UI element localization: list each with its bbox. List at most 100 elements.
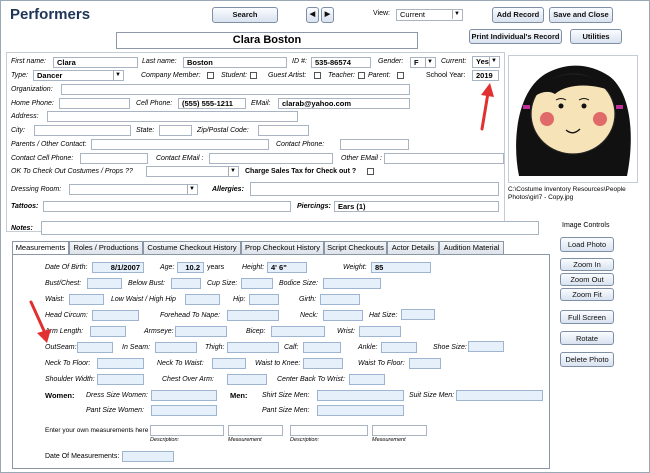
- view-select[interactable]: Current ▼: [396, 9, 463, 21]
- height-field[interactable]: 4' 6": [267, 262, 307, 273]
- waist-field[interactable]: [69, 294, 104, 305]
- tab-prop-checkout-history[interactable]: Prop Checkout History: [241, 241, 324, 254]
- search-button[interactable]: Search: [212, 7, 278, 23]
- dressing-room-select[interactable]: ▼: [69, 184, 198, 195]
- bodice-size-field[interactable]: [323, 278, 381, 289]
- outseam-field[interactable]: [77, 342, 113, 353]
- piercings-field[interactable]: Ears (1): [334, 201, 499, 212]
- tab-roles-productions[interactable]: Roles / Productions: [69, 241, 143, 254]
- calf-field[interactable]: [303, 342, 341, 353]
- gender-select[interactable]: F ▼: [410, 57, 436, 68]
- hat-size-field[interactable]: [401, 309, 435, 320]
- pant-men-field[interactable]: [317, 405, 404, 416]
- age-field[interactable]: 10.2: [177, 262, 204, 273]
- tab-audition-material[interactable]: Audition Material: [439, 241, 504, 254]
- zip-field[interactable]: [258, 125, 309, 136]
- company-member-checkbox[interactable]: [207, 72, 214, 79]
- teacher-checkbox[interactable]: [358, 72, 365, 79]
- ankle-field[interactable]: [381, 342, 417, 353]
- add-record-button[interactable]: Add Record: [492, 7, 544, 23]
- custom-description-1[interactable]: [150, 425, 224, 436]
- custom-measurement-1[interactable]: [228, 425, 283, 436]
- utilities-button[interactable]: Utilities: [570, 29, 622, 44]
- parents-contact-field[interactable]: [91, 139, 269, 150]
- email-field[interactable]: clarab@yahoo.com: [278, 98, 410, 109]
- allergies-field[interactable]: [250, 182, 499, 196]
- other-email-field[interactable]: [384, 153, 504, 164]
- previous-record-button[interactable]: ◀: [306, 7, 319, 23]
- arm-length-field[interactable]: [90, 326, 126, 337]
- dressing-room-label: Dressing Room:: [11, 186, 62, 193]
- tab-measurements[interactable]: Measurements: [12, 241, 69, 255]
- custom-description-2[interactable]: [290, 425, 368, 436]
- rotate-button[interactable]: Rotate: [560, 331, 614, 345]
- waist-to-floor-field[interactable]: [409, 358, 441, 369]
- below-bust-field[interactable]: [171, 278, 201, 289]
- tattoos-field[interactable]: [43, 201, 291, 212]
- first-name-field[interactable]: Clara: [53, 57, 138, 68]
- shoe-size-field[interactable]: [468, 341, 504, 352]
- guest-artist-checkbox[interactable]: [314, 72, 321, 79]
- address-field[interactable]: [47, 111, 298, 122]
- bust-field[interactable]: [87, 278, 122, 289]
- hip-field[interactable]: [249, 294, 279, 305]
- pant-women-field[interactable]: [151, 405, 217, 416]
- contact-cell-field[interactable]: [80, 153, 148, 164]
- zoom-fit-button[interactable]: Zoom Fit: [560, 288, 614, 301]
- neck-to-floor-field[interactable]: [97, 358, 144, 369]
- armseye-field[interactable]: [175, 326, 227, 337]
- shirt-men-field[interactable]: [317, 390, 404, 401]
- next-record-button[interactable]: ▶: [321, 7, 334, 23]
- dress-women-field[interactable]: [151, 390, 217, 401]
- waist-to-knee-field[interactable]: [303, 358, 343, 369]
- city-field[interactable]: [34, 125, 131, 136]
- id-field[interactable]: 535-86574: [311, 57, 371, 68]
- state-field[interactable]: [159, 125, 192, 136]
- home-phone-field[interactable]: [59, 98, 130, 109]
- delete-photo-button[interactable]: Delete Photo: [560, 352, 614, 367]
- center-back-field[interactable]: [349, 374, 385, 385]
- chest-over-arm-field[interactable]: [227, 374, 267, 385]
- wrist-field[interactable]: [359, 326, 401, 337]
- school-year-field[interactable]: 2019: [472, 70, 499, 81]
- date-of-measurements-field[interactable]: [122, 451, 174, 462]
- last-name-field[interactable]: Boston: [183, 57, 287, 68]
- contact-phone-field[interactable]: [340, 139, 409, 150]
- neck-field[interactable]: [323, 310, 363, 321]
- photo-frame[interactable]: [508, 55, 638, 183]
- low-waist-field[interactable]: [185, 294, 220, 305]
- cell-phone-field[interactable]: (555) 555-1211: [178, 98, 246, 109]
- current-select[interactable]: Yes ▼: [472, 56, 500, 68]
- save-and-close-button[interactable]: Save and Close: [549, 7, 613, 23]
- shoulder-width-field[interactable]: [97, 374, 144, 385]
- zoom-in-button[interactable]: Zoom In: [560, 258, 614, 271]
- tab-actor-details[interactable]: Actor Details: [387, 241, 439, 254]
- forehead-field[interactable]: [227, 310, 279, 321]
- zoom-out-button[interactable]: Zoom Out: [560, 273, 614, 286]
- load-photo-button[interactable]: Load Photo: [560, 237, 614, 252]
- tab-script-checkouts[interactable]: Script Checkouts: [324, 241, 387, 254]
- charge-tax-checkbox[interactable]: [367, 168, 374, 175]
- contact-email-field[interactable]: [209, 153, 333, 164]
- parent-checkbox[interactable]: [397, 72, 404, 79]
- thigh-field[interactable]: [227, 342, 279, 353]
- student-checkbox[interactable]: [250, 72, 257, 79]
- type-select[interactable]: Dancer ▼: [33, 70, 124, 81]
- tab-costume-checkout-history[interactable]: Costume Checkout History: [143, 241, 241, 254]
- ok-checkout-select[interactable]: ▼: [146, 166, 239, 177]
- suit-men-field[interactable]: [456, 390, 543, 401]
- dob-field[interactable]: 8/1/2007: [92, 262, 144, 273]
- weight-field[interactable]: 85: [371, 262, 431, 273]
- girth-field[interactable]: [320, 294, 360, 305]
- full-screen-button[interactable]: Full Screen: [560, 310, 614, 324]
- bicep-field[interactable]: [271, 326, 325, 337]
- calf-label: Calf:: [284, 344, 299, 351]
- organization-field[interactable]: [61, 84, 410, 95]
- notes-field[interactable]: [41, 221, 539, 235]
- head-circum-field[interactable]: [92, 310, 139, 321]
- print-record-button[interactable]: Print Individual's Record: [469, 29, 562, 44]
- neck-to-waist-field[interactable]: [212, 358, 246, 369]
- inseam-field[interactable]: [155, 342, 197, 353]
- cup-size-field[interactable]: [241, 278, 273, 289]
- custom-measurement-2[interactable]: [372, 425, 427, 436]
